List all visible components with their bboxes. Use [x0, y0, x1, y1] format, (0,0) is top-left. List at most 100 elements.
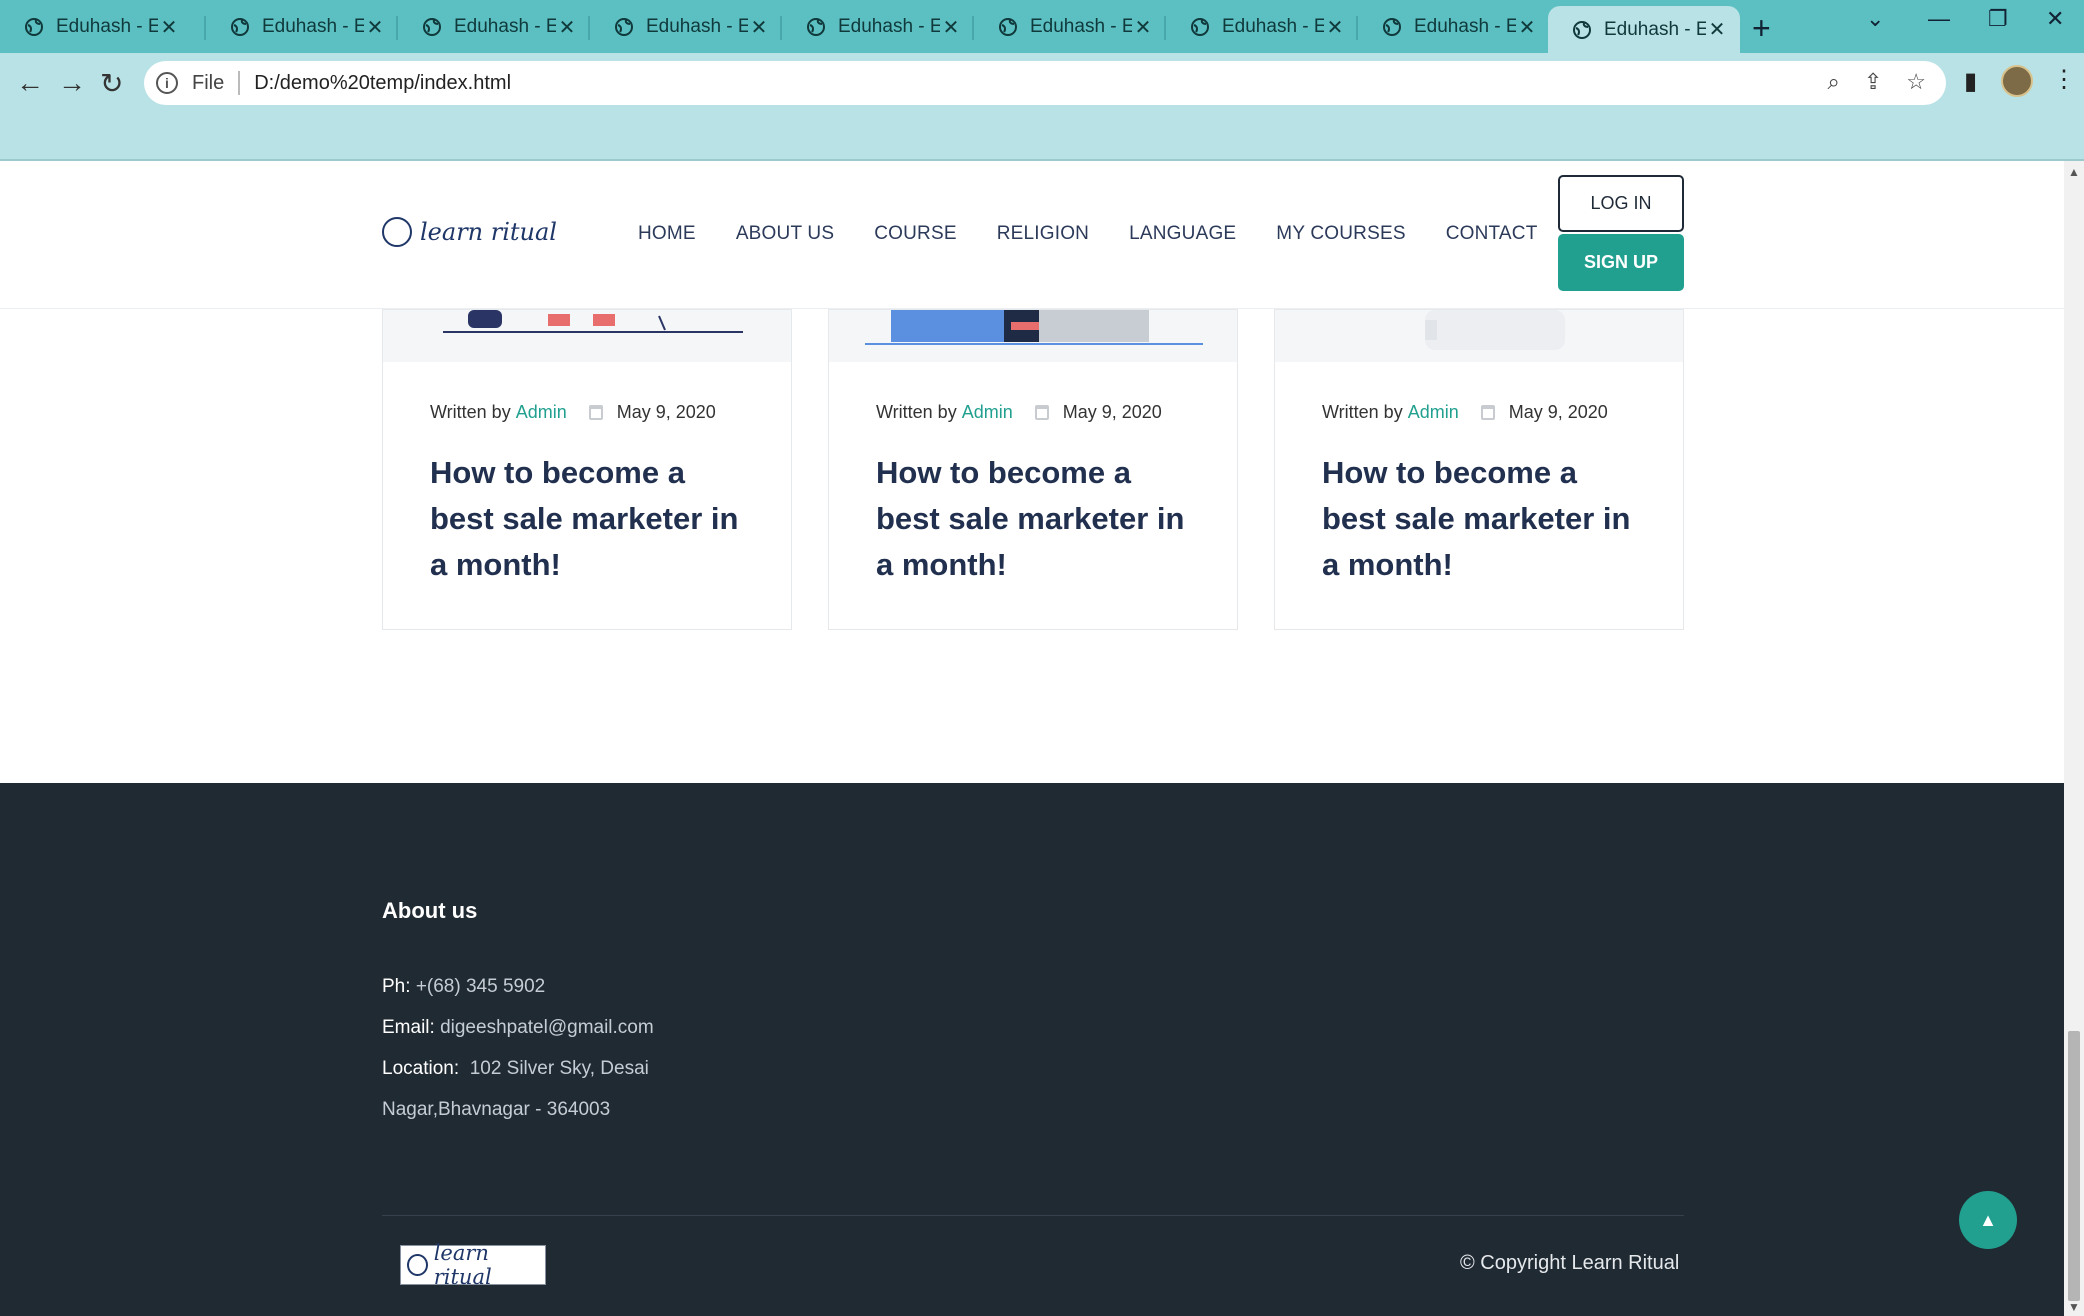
phone-value[interactable]: +(68) 345 5902: [416, 976, 545, 997]
nav-home[interactable]: HOME: [638, 223, 696, 245]
browser-tab[interactable]: Eduhash - Educ ✕: [974, 7, 1166, 47]
bookmark-star-icon[interactable]: ☆: [1906, 69, 1926, 95]
signup-button[interactable]: SIGN UP: [1558, 234, 1684, 291]
tab-title: Eduhash - Educ: [454, 16, 556, 37]
browser-tab-strip: Eduhash - Educ ✕ Eduhash - Educ ✕ Eduhas…: [0, 0, 2084, 53]
nav-my-courses[interactable]: MY COURSES: [1276, 223, 1405, 245]
restore-icon[interactable]: ❐: [1988, 6, 2008, 32]
arrow-left-icon[interactable]: ←: [16, 67, 44, 99]
email-label: Email:: [382, 1017, 435, 1038]
written-by-label: Written by: [1322, 402, 1403, 422]
blog-card[interactable]: Written by Admin May 9, 2020 How to beco…: [828, 309, 1238, 630]
profile-avatar[interactable]: [2001, 65, 2033, 97]
close-tab-icon[interactable]: ✕: [748, 15, 770, 40]
tab-title: Eduhash - Educ: [1414, 16, 1516, 37]
footer-location-line-2: Nagar,Bhavnagar - 364003: [382, 1099, 611, 1120]
logo-text: learn ritual: [420, 218, 557, 246]
scroll-down-arrow-icon[interactable]: ▼: [2068, 1300, 2080, 1314]
footer-logo[interactable]: learn ritual: [400, 1241, 546, 1289]
blog-card-title[interactable]: How to become a best sale marketer in a …: [430, 450, 750, 588]
scrollbar-thumb[interactable]: [2068, 1031, 2080, 1301]
logo-emblem-icon: [382, 217, 412, 247]
globe-icon: [999, 18, 1017, 36]
globe-icon: [807, 18, 825, 36]
arrow-right-icon[interactable]: →: [58, 67, 86, 99]
calendar-icon: [1034, 405, 1049, 420]
footer-about-heading: About us: [382, 898, 478, 923]
nav-course[interactable]: COURSE: [874, 223, 957, 245]
phone-label: Ph:: [382, 976, 411, 997]
illustration-image: [865, 310, 1203, 345]
tab-title: Eduhash - Educ: [56, 16, 158, 37]
close-tab-icon[interactable]: ✕: [158, 15, 180, 40]
minimize-icon[interactable]: —: [1928, 6, 1950, 32]
copyright-text: © Copyright Learn Ritual: [1460, 1252, 1680, 1274]
browser-tab[interactable]: Eduhash - Educ ✕: [782, 7, 974, 47]
close-window-icon[interactable]: ✕: [2046, 6, 2064, 32]
close-tab-icon[interactable]: ✕: [1324, 15, 1346, 40]
footer-logo-text: learn ritual: [433, 1241, 492, 1289]
close-tab-icon[interactable]: ✕: [556, 15, 578, 40]
footer-email: Email: digeeshpatel@gmail.com: [382, 1017, 654, 1039]
close-tab-icon[interactable]: ✕: [1132, 15, 1154, 40]
nav-religion[interactable]: RELIGION: [997, 223, 1089, 245]
browser-tab[interactable]: Eduhash - Educ ✕: [1166, 7, 1358, 47]
blog-card[interactable]: Written by Admin May 9, 2020 How to beco…: [382, 309, 792, 630]
close-tab-icon[interactable]: ✕: [364, 15, 386, 40]
close-tab-icon[interactable]: ✕: [1706, 17, 1728, 42]
written-by-label: Written by: [876, 402, 957, 422]
nav-language[interactable]: LANGUAGE: [1129, 223, 1236, 245]
tab-title: Eduhash - Educ: [1030, 16, 1132, 37]
scroll-to-top-button[interactable]: ▲: [1959, 1191, 2017, 1249]
author-link[interactable]: Admin: [516, 402, 567, 423]
browser-tab[interactable]: Eduhash - Educ ✕: [206, 7, 398, 47]
blog-card-title[interactable]: How to become a best sale marketer in a …: [1322, 450, 1642, 588]
more-menu-icon[interactable]: ⋮: [2052, 65, 2076, 94]
page-scrollbar[interactable]: ▲ ▼: [2064, 161, 2084, 1316]
nav-about-us[interactable]: ABOUT US: [736, 223, 834, 245]
browser-tab[interactable]: Eduhash - Educ ✕: [398, 7, 590, 47]
nav-contact[interactable]: CONTACT: [1446, 223, 1538, 245]
address-bar[interactable]: i File D:/demo%20temp/index.html ⌕ ⇪ ☆: [144, 61, 1946, 105]
browser-tab-active[interactable]: Eduhash - Educ ✕: [1548, 6, 1740, 53]
share-icon[interactable]: ⇪: [1864, 69, 1882, 95]
close-tab-icon[interactable]: ✕: [940, 15, 962, 40]
tab-title: Eduhash - Educ: [1604, 18, 1706, 40]
reload-icon[interactable]: ↻: [100, 67, 123, 100]
author-link[interactable]: Admin: [962, 402, 1013, 423]
url-scheme: File: [192, 71, 225, 94]
info-icon[interactable]: i: [156, 72, 178, 94]
blog-card-title[interactable]: How to become a best sale marketer in a …: [876, 450, 1196, 588]
globe-icon: [25, 18, 43, 36]
site-logo[interactable]: learn ritual: [382, 217, 557, 247]
zoom-icon[interactable]: ⌕: [1828, 69, 1840, 95]
written-by-label: Written by: [430, 402, 511, 422]
blog-card-image[interactable]: [829, 310, 1237, 362]
side-panel-icon[interactable]: ▮: [1964, 67, 1977, 96]
url-text[interactable]: D:/demo%20temp/index.html: [254, 72, 511, 95]
new-tab-icon[interactable]: +: [1752, 10, 1771, 47]
globe-icon: [1191, 18, 1209, 36]
browser-toolbar: ← → ↻ i File D:/demo%20temp/index.html ⌕…: [0, 53, 2084, 161]
calendar-icon: [588, 405, 603, 420]
illustration-image: [1425, 310, 1565, 350]
location-line-1: 102 Silver Sky, Desai: [469, 1058, 649, 1079]
tab-search-icon[interactable]: ⌄: [1866, 6, 1884, 32]
author-link[interactable]: Admin: [1408, 402, 1459, 423]
blog-card[interactable]: Written by Admin May 9, 2020 How to beco…: [1274, 309, 1684, 630]
browser-tab[interactable]: Eduhash - Educ ✕: [1358, 7, 1550, 47]
footer-location: Location: 102 Silver Sky, Desai: [382, 1058, 649, 1080]
blog-card-image[interactable]: [1275, 310, 1683, 362]
browser-tab[interactable]: Eduhash - Educ ✕: [0, 7, 192, 47]
site-footer: About us Ph: +(68) 345 5902 Email: digee…: [0, 783, 2064, 1316]
footer-divider: [382, 1215, 1684, 1216]
scroll-up-arrow-icon[interactable]: ▲: [2068, 165, 2080, 179]
login-button[interactable]: LOG IN: [1558, 175, 1684, 232]
browser-tab[interactable]: Eduhash - Educ ✕: [590, 7, 782, 47]
footer-phone: Ph: +(68) 345 5902: [382, 976, 545, 998]
blog-card-image[interactable]: [383, 310, 791, 362]
close-tab-icon[interactable]: ✕: [1516, 15, 1538, 40]
email-value[interactable]: digeeshpatel@gmail.com: [440, 1017, 654, 1038]
tab-title: Eduhash - Educ: [262, 16, 364, 37]
post-date: May 9, 2020: [616, 402, 716, 422]
